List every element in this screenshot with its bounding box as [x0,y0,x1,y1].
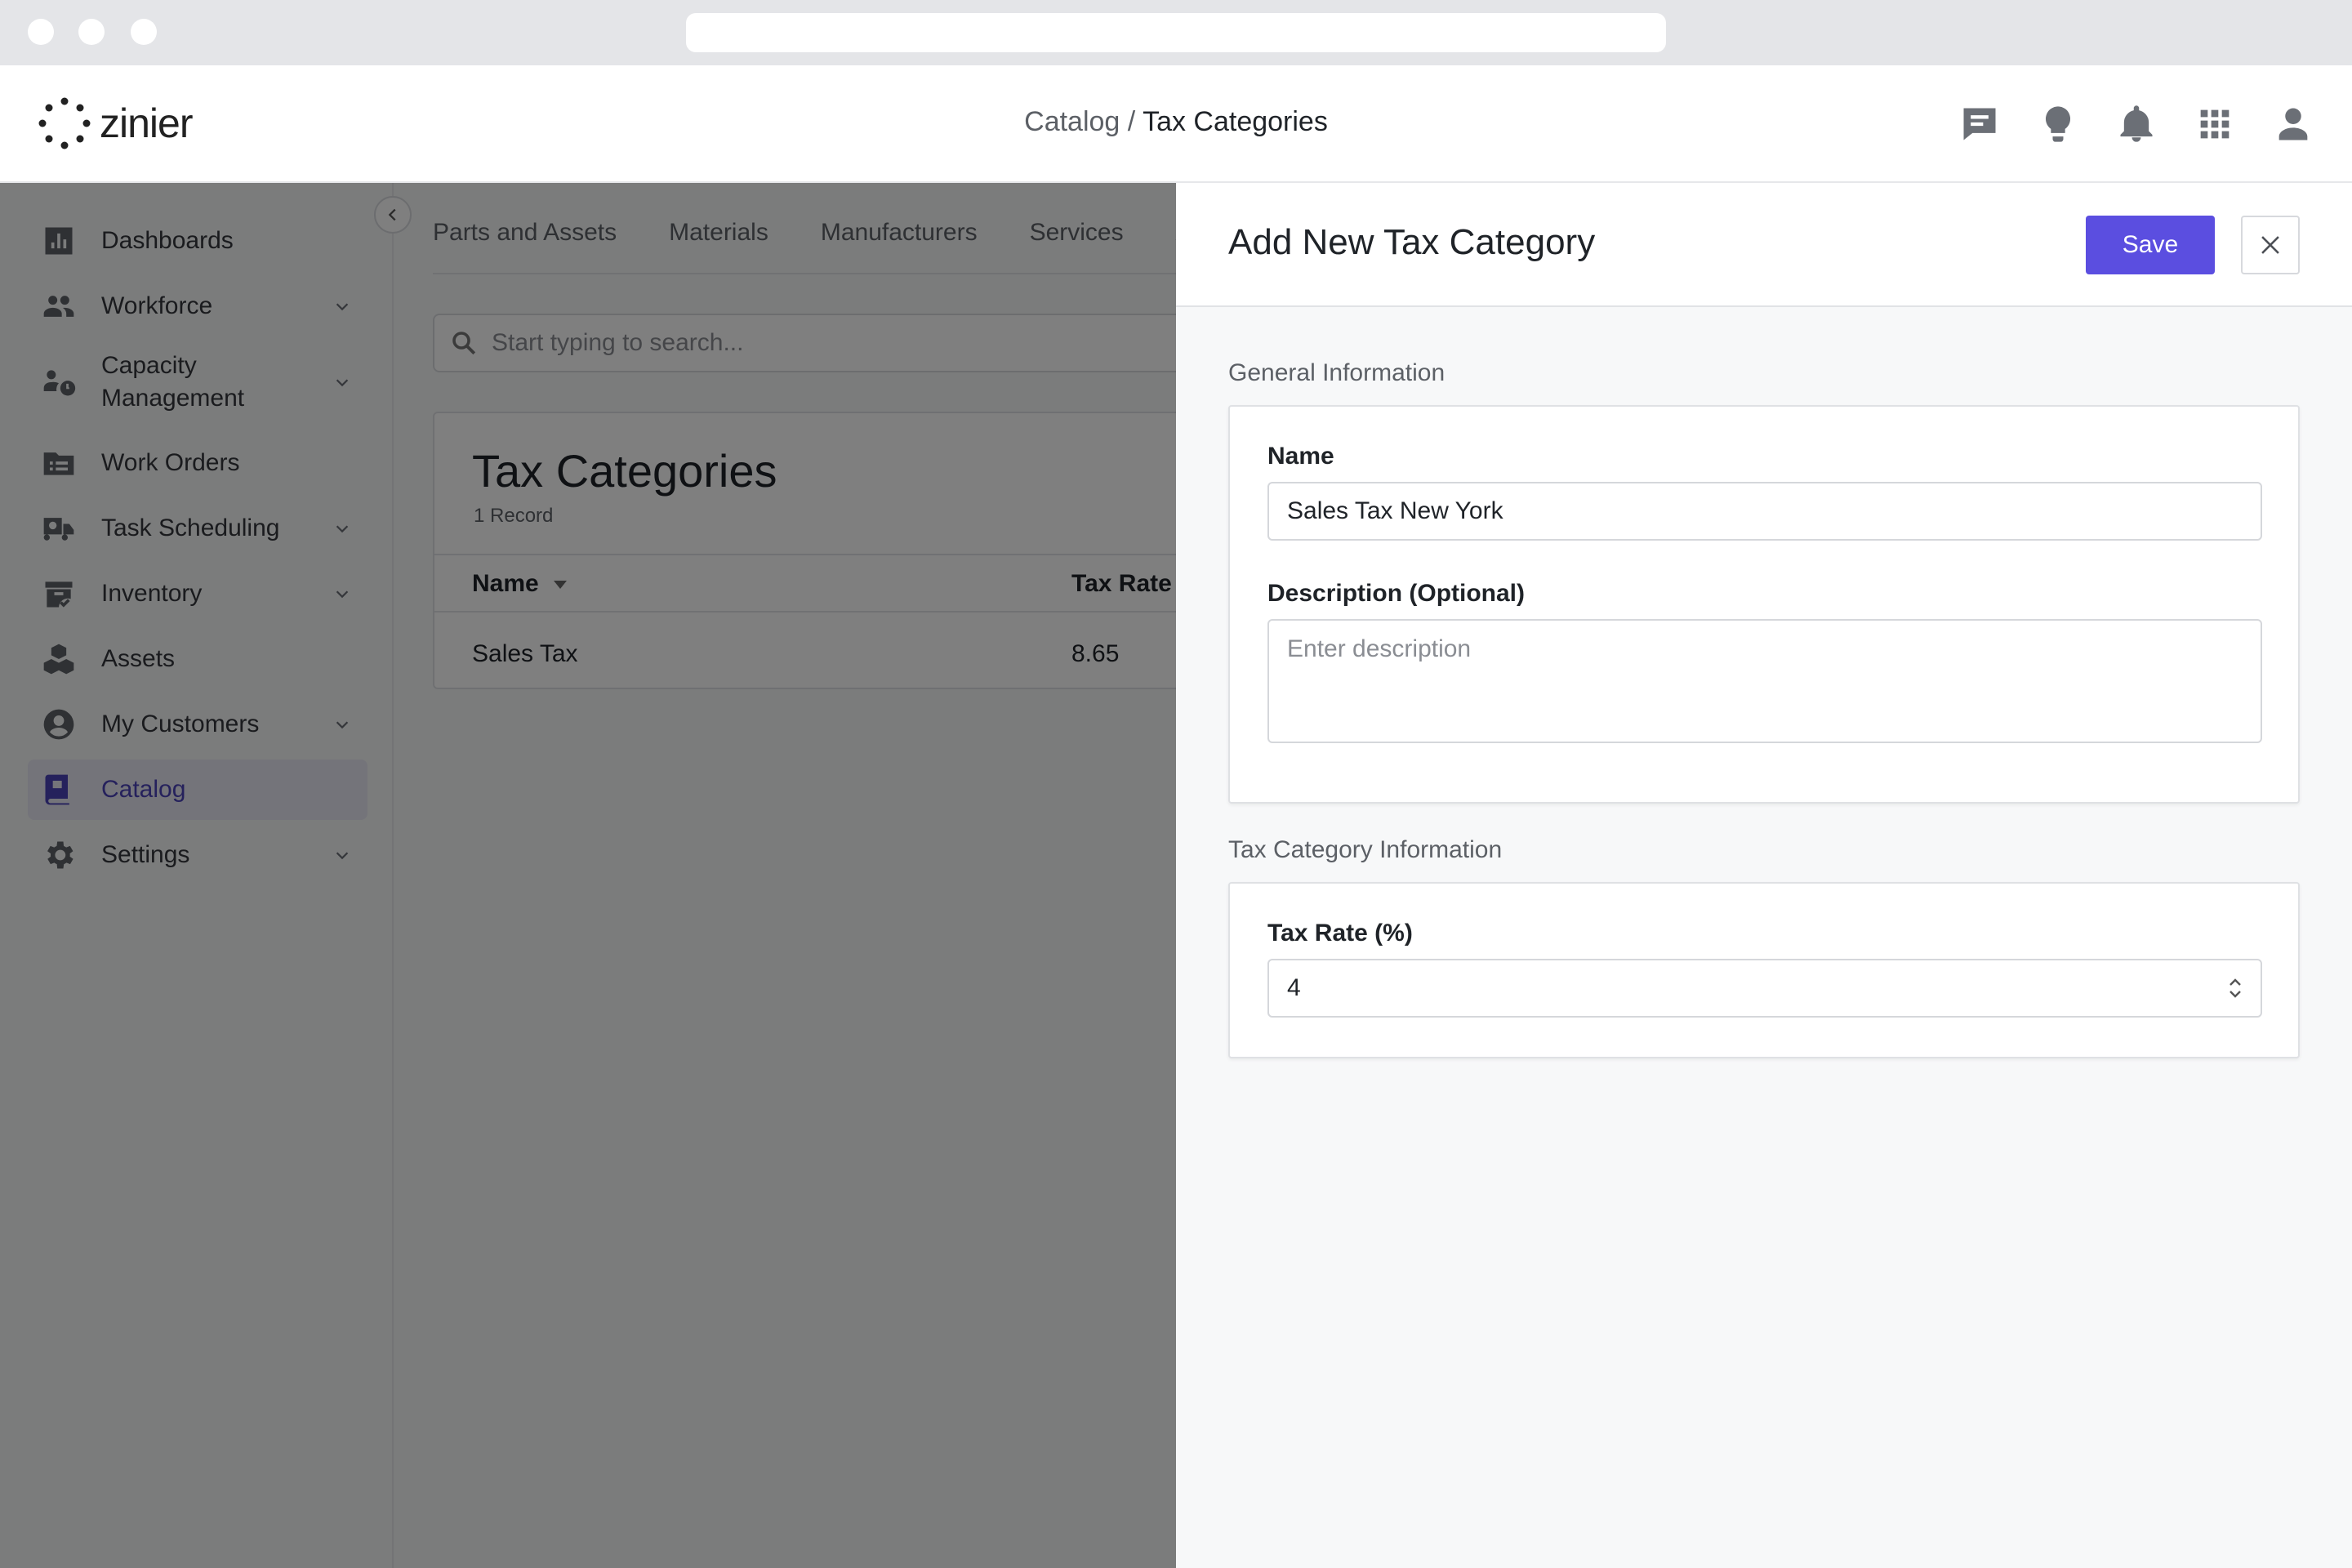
bell-icon[interactable] [2115,103,2158,145]
window-maximize-dot[interactable] [131,19,157,45]
window-close-dot[interactable] [28,19,54,45]
breadcrumb-current: Tax Categories [1143,106,1328,137]
close-button[interactable] [2241,216,2300,274]
close-icon [2261,236,2279,254]
drawer-header: Add New Tax Category Save [1176,183,2352,307]
address-bar[interactable] [686,13,1666,52]
user-icon[interactable] [2272,103,2314,145]
lightbulb-icon[interactable] [2037,103,2079,145]
general-information-panel: Name Description (Optional) [1228,405,2300,804]
tax-rate-stepper[interactable] [1267,959,2262,1018]
window-minimize-dot[interactable] [78,19,105,45]
breadcrumb-parent[interactable]: Catalog / [1024,106,1143,137]
tax-rate-field[interactable] [1267,959,2262,1018]
stepper-arrows-icon[interactable] [2226,975,2244,1001]
app-header: zinier Catalog / Tax Categories [0,65,2352,183]
name-field[interactable] [1267,482,2262,541]
apps-grid-icon[interactable] [2194,103,2236,145]
section-title-tax: Tax Category Information [1228,836,1503,863]
tax-rate-label: Tax Rate (%) [1267,920,1413,947]
browser-chrome [0,0,2352,65]
name-label: Name [1267,443,1334,470]
section-title-general: General Information [1228,359,1446,386]
drawer-title: Add New Tax Category [1228,222,1596,262]
modal-backdrop[interactable] [0,183,1176,1568]
chat-icon[interactable] [1958,103,2001,145]
tax-category-information-panel: Tax Rate (%) [1228,882,2300,1058]
description-label: Description (Optional) [1267,580,1525,607]
add-tax-category-drawer: Add New Tax Category Save General Inform… [1176,183,2352,1568]
description-field[interactable] [1267,619,2262,743]
save-button[interactable]: Save [2086,216,2215,274]
